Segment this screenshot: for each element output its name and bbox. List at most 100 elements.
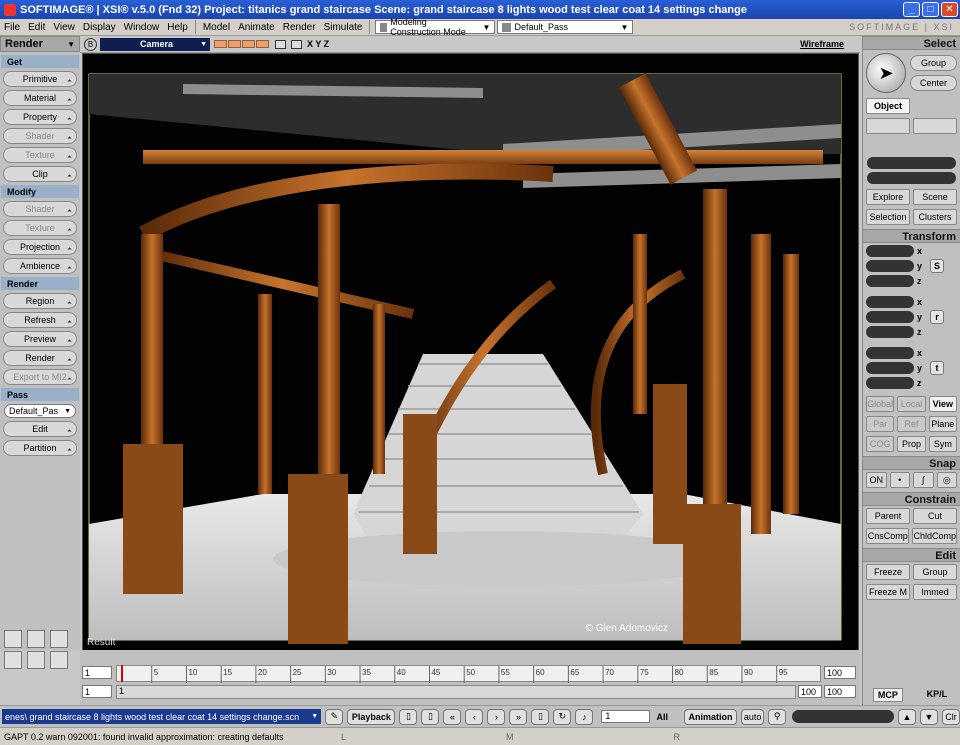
edit-group-button[interactable]: Group <box>913 564 957 580</box>
render-viewport[interactable]: Result © Glen Adomovicz <box>82 53 859 651</box>
parent-button[interactable]: Parent <box>866 508 910 524</box>
projection-button[interactable]: Projection <box>3 239 77 255</box>
rotate-z-field[interactable] <box>866 325 914 338</box>
menu-help[interactable]: Help <box>163 22 192 33</box>
timeline-start-field[interactable]: 1 <box>82 666 112 679</box>
cog-button[interactable]: COG <box>866 436 895 452</box>
timeline-ruler[interactable]: 5 10 15 20 25 30 35 40 45 50 55 60 65 70 75 80 85 90 95 <box>116 665 821 683</box>
layout-split-icon[interactable] <box>27 630 45 648</box>
timeline-range-bar[interactable]: 1 <box>116 685 796 699</box>
view-button[interactable]: View <box>928 396 957 412</box>
last-frame-icon[interactable]: ▯ <box>531 708 550 725</box>
translate-z-field[interactable] <box>866 376 914 389</box>
step-back-icon[interactable]: ‹ <box>465 708 484 725</box>
select-filter-1[interactable] <box>866 118 910 134</box>
select-object-button[interactable]: Object <box>866 98 910 114</box>
scene-button[interactable]: Scene <box>913 189 957 205</box>
scale-y-field[interactable] <box>866 259 914 272</box>
memo-cam-4[interactable] <box>256 40 269 48</box>
render-button[interactable]: Render <box>3 350 77 366</box>
viewport-b-button[interactable]: B <box>84 37 97 51</box>
translate-x-field[interactable] <box>866 346 914 359</box>
select-group-button[interactable]: Group <box>910 55 957 71</box>
scale-z-field[interactable] <box>866 274 914 287</box>
freeze-button[interactable]: Freeze <box>866 564 910 580</box>
eye-icon[interactable] <box>291 39 302 49</box>
rewind-icon[interactable]: « <box>443 708 462 725</box>
prop-button[interactable]: Prop <box>897 436 926 452</box>
construction-mode-select[interactable]: Modeling Construction Mode ▼ <box>375 17 496 37</box>
pass-select[interactable]: Default_Pas ▼ <box>4 404 76 418</box>
layout-c-icon[interactable] <box>50 651 68 669</box>
menu-animate[interactable]: Animate <box>234 22 279 33</box>
close-button[interactable]: ✕ <box>941 2 958 17</box>
pass-select-top[interactable]: Default_Pass ▼ <box>497 20 634 34</box>
key-slider[interactable] <box>792 710 894 723</box>
rotate-tool-button[interactable]: r <box>930 309 944 324</box>
global-button[interactable]: Global <box>866 396 895 412</box>
select-field-2[interactable] <box>867 172 956 184</box>
get-shader-button[interactable]: Shader <box>3 128 77 144</box>
tab-mcp[interactable]: MCP <box>872 688 903 702</box>
layout-b-icon[interactable] <box>27 651 45 669</box>
immed-button[interactable]: Immed <box>913 584 957 600</box>
partition-button[interactable]: Partition <box>3 440 77 456</box>
memo-cam-1[interactable] <box>214 40 227 48</box>
par-button[interactable]: Par <box>866 416 895 432</box>
snap-grid-icon[interactable]: ◎ <box>936 472 957 488</box>
menu-model[interactable]: Model <box>199 22 234 33</box>
memo-cam-3[interactable] <box>242 40 255 48</box>
ref-button[interactable]: Ref <box>897 416 926 432</box>
menu-view[interactable]: View <box>49 22 79 33</box>
clip-button[interactable]: Clip <box>3 166 77 182</box>
ambience-button[interactable]: Ambience <box>3 258 77 274</box>
loop-icon[interactable]: ↻ <box>553 708 572 725</box>
export-mi2-button[interactable]: Export to MI2 <box>3 369 77 385</box>
range-end-field-2[interactable]: 100 <box>824 685 856 698</box>
key-up-icon[interactable]: ▲ <box>898 708 916 725</box>
all-label[interactable]: All <box>656 712 668 722</box>
select-arrow-icon[interactable]: ➤ <box>866 53 906 93</box>
range-end-field[interactable]: 100 <box>798 685 822 698</box>
first-frame-icon[interactable]: ▯ <box>399 708 418 725</box>
local-button[interactable]: Local <box>897 396 926 412</box>
preview-button[interactable]: Preview <box>3 331 77 347</box>
memo-cam-buttons[interactable] <box>214 40 269 48</box>
range-start-field[interactable]: 1 <box>82 685 112 698</box>
camera-select[interactable]: Camera ▼ <box>100 37 210 51</box>
menu-edit[interactable]: Edit <box>24 22 49 33</box>
minimize-button[interactable]: _ <box>903 2 920 17</box>
tab-kpl[interactable]: KP/L <box>923 688 952 702</box>
toolbar-mode-header[interactable]: Render ▼ <box>0 36 80 52</box>
layout-grid-icon[interactable] <box>50 630 68 648</box>
freeze-m-button[interactable]: Freeze M <box>866 584 910 600</box>
snap-on-button[interactable]: ON <box>866 472 887 488</box>
menu-simulate[interactable]: Simulate <box>320 22 367 33</box>
modify-texture-button[interactable]: Texture <box>3 220 77 236</box>
translate-y-field[interactable] <box>866 361 914 374</box>
clear-key-button[interactable]: Clr <box>942 708 960 725</box>
play-icon[interactable]: › <box>487 708 506 725</box>
timeline-end-field[interactable]: 100 <box>824 666 856 679</box>
camera-icon[interactable] <box>275 39 286 49</box>
menu-display[interactable]: Display <box>79 22 120 33</box>
modify-shader-button[interactable]: Shader <box>3 201 77 217</box>
snap-point-icon[interactable]: • <box>889 472 910 488</box>
refresh-button[interactable]: Refresh <box>3 312 77 328</box>
script-icon[interactable]: ✎ <box>325 708 344 725</box>
selection-button[interactable]: Selection <box>866 209 910 225</box>
scale-x-field[interactable] <box>866 244 914 257</box>
select-center-button[interactable]: Center <box>910 75 957 91</box>
get-texture-button[interactable]: Texture <box>3 147 77 163</box>
layout-quad-icon[interactable] <box>4 630 22 648</box>
region-button[interactable]: Region <box>3 293 77 309</box>
explore-button[interactable]: Explore <box>866 189 910 205</box>
cut-button[interactable]: Cut <box>913 508 957 524</box>
scene-path-select[interactable]: enes\ grand staircase 8 lights wood test… <box>2 709 322 724</box>
rotate-y-field[interactable] <box>866 310 914 323</box>
primitive-button[interactable]: Primitive <box>3 71 77 87</box>
property-button[interactable]: Property <box>3 109 77 125</box>
clusters-button[interactable]: Clusters <box>913 209 957 225</box>
key-down-icon[interactable]: ▼ <box>920 708 938 725</box>
menu-render[interactable]: Render <box>279 22 320 33</box>
